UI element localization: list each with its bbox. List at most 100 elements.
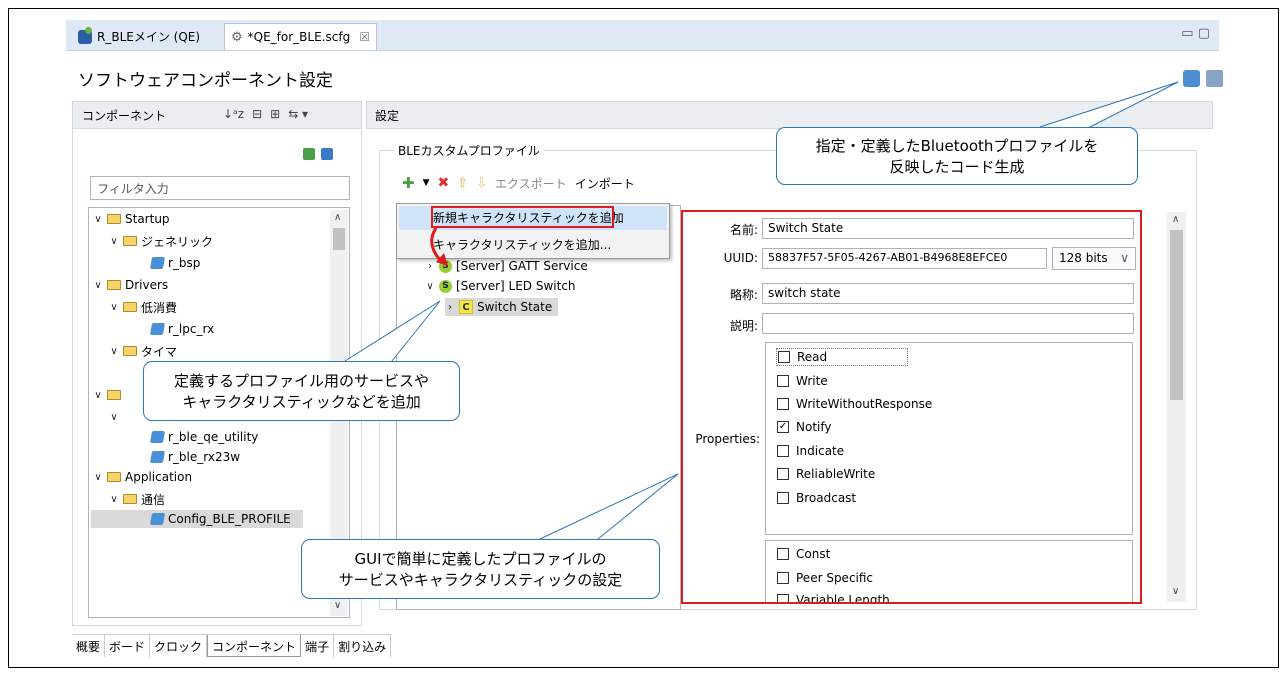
close-icon[interactable]: ☒ xyxy=(359,30,370,44)
scroll-up-icon[interactable]: ∧ xyxy=(334,212,341,223)
prop-broadcast[interactable]: Broadcast xyxy=(777,491,856,505)
checkbox[interactable] xyxy=(777,594,789,602)
chevron-down-icon[interactable]: ∨ xyxy=(93,390,103,401)
folder-icon xyxy=(107,214,121,224)
checkbox-checked[interactable]: ✓ xyxy=(777,421,789,433)
tree-node-config-ble-profile[interactable]: Config_BLE_PROFILE xyxy=(91,510,303,528)
properties-scrollbar-thumb[interactable] xyxy=(1170,230,1183,400)
abbr-field[interactable]: switch state xyxy=(762,283,1134,304)
chevron-down-icon[interactable]: ∨ xyxy=(109,412,119,423)
move-up-icon[interactable]: ⇧ xyxy=(457,176,468,191)
checkbox[interactable] xyxy=(778,351,790,363)
filter-input[interactable]: フィルタ入力 xyxy=(90,176,350,200)
checkbox[interactable] xyxy=(777,468,789,480)
prop-variable-length[interactable]: Variable Length xyxy=(777,593,890,602)
tree-node-r-bsp[interactable]: r_bsp xyxy=(149,254,201,272)
tree-node-collapsed[interactable]: ∨ xyxy=(93,386,121,404)
scroll-down-icon[interactable]: ∨ xyxy=(1172,586,1179,597)
settings-header: 設定 xyxy=(366,101,1213,129)
tab-interrupts[interactable]: 割り込み xyxy=(334,635,392,657)
prop-indicate[interactable]: Indicate xyxy=(777,444,844,458)
tab-qe-scfg[interactable]: ⚙ *QE_for_BLE.scfg ☒ xyxy=(224,23,377,50)
prop-reliable-write[interactable]: ReliableWrite xyxy=(777,467,875,481)
tab-board[interactable]: ボード xyxy=(105,635,151,657)
prop-const[interactable]: Const xyxy=(777,547,830,561)
tab-overview[interactable]: 概要 xyxy=(72,635,106,657)
prop-notify[interactable]: ✓ Notify xyxy=(777,420,831,434)
export-button[interactable]: エクスポート xyxy=(495,175,567,192)
delete-icon[interactable]: ✖ xyxy=(438,175,450,191)
add-component-icon[interactable] xyxy=(303,148,315,160)
gear-icon: ⚙ xyxy=(231,29,243,45)
generate-code-icon[interactable] xyxy=(1183,70,1200,87)
print-icon[interactable] xyxy=(1206,70,1223,87)
folder-icon xyxy=(123,302,137,312)
tree-node-generic[interactable]: ∨ ジェネリック xyxy=(109,232,213,250)
tree-node-r-lpc-rx[interactable]: r_lpc_rx xyxy=(149,320,214,338)
uuid-bits-select[interactable]: 128 bits ∨ xyxy=(1052,247,1136,270)
chevron-down-icon[interactable]: ∨ xyxy=(93,472,103,483)
checkbox[interactable] xyxy=(777,375,789,387)
callout-code-gen: 指定・定義したBluetoothプロファイルを 反映したコード生成 xyxy=(776,127,1138,185)
tree-node-r-ble-rx23w[interactable]: r_ble_rx23w xyxy=(149,448,240,466)
tab-clock[interactable]: クロック xyxy=(150,635,208,657)
chevron-down-icon[interactable]: ∨ xyxy=(109,236,119,247)
chevron-down-icon[interactable]: ∨ xyxy=(93,280,103,291)
add-icon[interactable]: ✚ xyxy=(402,174,415,192)
prop-write[interactable]: Write xyxy=(777,374,828,388)
dropdown-arrow-icon[interactable]: ▼ xyxy=(423,178,430,188)
scroll-up-icon[interactable]: ∧ xyxy=(1172,214,1179,225)
tree-node-label: r_bsp xyxy=(168,256,201,270)
checkbox[interactable] xyxy=(777,492,789,504)
sort-icon[interactable]: ↓ᵃz xyxy=(223,107,244,121)
chevron-down-icon[interactable]: ∨ xyxy=(425,281,435,292)
chevron-right-icon[interactable]: › xyxy=(425,261,435,272)
move-down-icon[interactable]: ⇩ xyxy=(476,176,487,191)
tree-node-low-power[interactable]: ∨ 低消費 xyxy=(109,298,177,316)
expand-all-icon[interactable]: ⊞ xyxy=(270,107,280,121)
window-controls[interactable]: ▭ ▢ xyxy=(1181,26,1210,41)
tree-node-switch-state[interactable]: › C Switch State xyxy=(445,298,559,316)
collapse-all-icon[interactable]: ⊟ xyxy=(252,107,262,121)
tab-components[interactable]: コンポーネント xyxy=(207,635,302,657)
tree-node-r-ble-qe-utility[interactable]: r_ble_qe_utility xyxy=(149,428,258,446)
menu-item-add-characteristic[interactable]: キャラクタリスティックを追加... xyxy=(433,236,611,253)
checkbox[interactable] xyxy=(777,572,789,584)
uuid-field[interactable]: 58837F57-5F05-4267-AB01-B4968E8EFCE0 xyxy=(762,248,1047,269)
chevron-down-icon[interactable]: ∨ xyxy=(109,346,119,357)
import-button[interactable]: インポート xyxy=(575,175,635,192)
chevron-down-icon[interactable]: ∨ xyxy=(109,302,119,313)
chevron-right-icon[interactable]: › xyxy=(445,302,455,313)
filter-view-icon[interactable]: ⇆ ▾ xyxy=(288,107,308,121)
checkbox[interactable] xyxy=(777,398,789,410)
tree-node-timer[interactable]: ∨ タイマ xyxy=(109,342,177,360)
name-field[interactable]: Switch State xyxy=(762,218,1134,239)
uuid-bits-value: 128 bits xyxy=(1059,251,1108,265)
prop-peer-specific[interactable]: Peer Specific xyxy=(777,571,873,585)
scroll-down-icon[interactable]: ∨ xyxy=(334,600,341,611)
prop-read[interactable]: Read xyxy=(776,348,909,366)
chevron-down-icon[interactable]: ∨ xyxy=(93,214,103,225)
tree-node-application[interactable]: ∨ Application xyxy=(93,468,192,486)
tree-node-drivers[interactable]: ∨ Drivers xyxy=(93,276,168,294)
tab-pins[interactable]: 端子 xyxy=(301,635,335,657)
tree-node-startup[interactable]: ∨ Startup xyxy=(93,210,169,228)
chevron-down-icon[interactable]: ∨ xyxy=(109,494,119,505)
checkbox[interactable] xyxy=(777,548,789,560)
tree-scrollbar-thumb[interactable] xyxy=(333,228,345,250)
group-title: BLEカスタムプロファイル xyxy=(394,142,544,159)
tree-node-led-switch[interactable]: ∨ S [Server] LED Switch xyxy=(425,277,575,295)
components-header: コンポーネント ↓ᵃz ⊟ ⊞ ⇆ ▾ xyxy=(72,101,362,129)
remove-component-icon[interactable] xyxy=(321,148,333,160)
tree-node-gatt-service[interactable]: › S [Server] GATT Service xyxy=(425,257,588,275)
checkbox[interactable] xyxy=(777,445,789,457)
desc-label: 説明: xyxy=(729,319,758,333)
prop-write-without-response[interactable]: WriteWithoutResponse xyxy=(777,397,932,411)
prop-label: Peer Specific xyxy=(796,571,874,585)
tree-node-comm[interactable]: ∨ 通信 xyxy=(109,490,165,508)
tab-r-ble-main[interactable]: R_BLEメイン (QE) xyxy=(72,23,206,50)
component-icon xyxy=(149,451,166,463)
tree-node-collapsed-sub[interactable]: ∨ xyxy=(109,408,119,426)
editor-tab-bar: R_BLEメイン (QE) ⚙ *QE_for_BLE.scfg ☒ xyxy=(66,20,1219,51)
desc-field[interactable] xyxy=(762,313,1134,334)
